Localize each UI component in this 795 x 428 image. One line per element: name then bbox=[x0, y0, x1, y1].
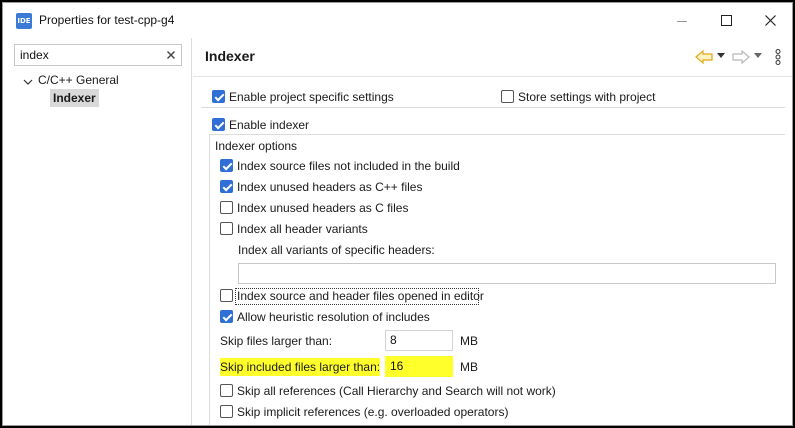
checkbox-box[interactable] bbox=[212, 118, 225, 131]
skip-files-unit: MB bbox=[460, 334, 478, 348]
close-icon bbox=[765, 15, 776, 26]
indexer-settings: Enable project specific settings Store s… bbox=[193, 77, 793, 426]
app-icon: IDE bbox=[16, 13, 32, 29]
checkbox-box[interactable] bbox=[220, 159, 233, 172]
checkbox-box[interactable] bbox=[212, 90, 225, 103]
checkbox-box[interactable] bbox=[220, 289, 233, 302]
forward-arrow-icon[interactable] bbox=[732, 49, 750, 65]
checkbox-label: Allow heuristic resolution of includes bbox=[237, 310, 430, 324]
forward-dropdown-icon[interactable] bbox=[754, 53, 762, 59]
title-bar: IDE Properties for test-cpp-g4 bbox=[2, 2, 793, 38]
section-divider bbox=[201, 107, 785, 108]
sidebar: C/C++ General Indexer bbox=[2, 38, 192, 426]
variants-label: Index all variants of specific headers: bbox=[238, 243, 435, 257]
checkbox-label: Index all header variants bbox=[237, 222, 368, 236]
checkbox-label: Enable project specific settings bbox=[229, 90, 394, 104]
checkbox-box[interactable] bbox=[220, 405, 233, 418]
checkbox-label: Index unused headers as C++ files bbox=[237, 180, 423, 194]
filter-input[interactable] bbox=[20, 47, 160, 63]
skip-files-size-input[interactable]: 8 bbox=[385, 330, 453, 351]
page-title: Indexer bbox=[205, 48, 255, 64]
checkbox-label: Index source files not included in the b… bbox=[237, 159, 460, 173]
checkbox-label: Skip all references (Call Hierarchy and … bbox=[237, 384, 556, 398]
window-title: Properties for test-cpp-g4 bbox=[39, 13, 175, 27]
back-dropdown-icon[interactable] bbox=[717, 53, 725, 59]
skip-included-unit: MB bbox=[460, 360, 478, 374]
checkbox-box[interactable] bbox=[220, 180, 233, 193]
group-title: Indexer options bbox=[213, 138, 300, 154]
view-menu-icon[interactable] bbox=[774, 49, 782, 65]
skip-included-files-label: Skip included files larger than: bbox=[220, 358, 381, 376]
maximize-button[interactable] bbox=[704, 2, 748, 38]
checkbox-box[interactable] bbox=[220, 384, 233, 397]
clear-filter-icon[interactable] bbox=[165, 48, 177, 62]
close-button[interactable] bbox=[748, 2, 792, 38]
variants-headers-input[interactable] bbox=[238, 263, 776, 284]
checkbox-box[interactable] bbox=[501, 90, 514, 103]
checkbox-label: Index source and header files opened in … bbox=[237, 289, 484, 303]
tree-item-indexer[interactable]: Indexer bbox=[50, 89, 99, 107]
checkbox-box[interactable] bbox=[220, 201, 233, 214]
settings-page: Indexer Enable project specific settings bbox=[193, 38, 793, 426]
skip-included-size-input[interactable]: 16 bbox=[385, 356, 453, 377]
checkbox-label: Enable indexer bbox=[229, 118, 310, 132]
checkbox-box[interactable] bbox=[220, 222, 233, 235]
checkbox-label: Skip implicit references (e.g. overloade… bbox=[237, 405, 509, 419]
filter-field[interactable] bbox=[14, 44, 182, 66]
back-arrow-icon[interactable] bbox=[695, 49, 713, 65]
tree-item-cpp-general[interactable]: C/C++ General bbox=[38, 71, 119, 89]
checkbox-label: Store settings with project bbox=[518, 90, 656, 104]
checkbox-label: Index unused headers as C files bbox=[237, 201, 409, 215]
skip-files-label: Skip files larger than: bbox=[220, 334, 333, 348]
chevron-down-icon[interactable] bbox=[22, 76, 34, 88]
properties-dialog: IDE Properties for test-cpp-g4 C/C++ Gen… bbox=[2, 2, 793, 426]
checkbox-box[interactable] bbox=[220, 310, 233, 323]
minimize-button[interactable] bbox=[660, 2, 704, 38]
